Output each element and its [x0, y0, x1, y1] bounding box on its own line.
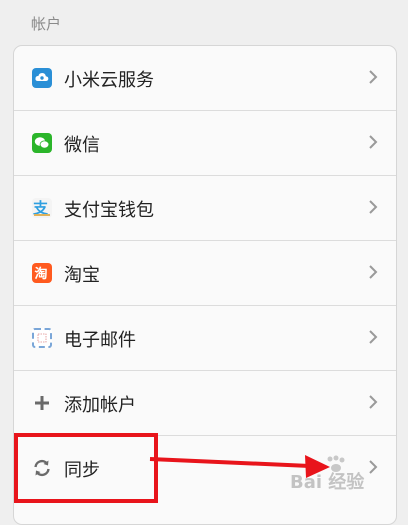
- chevron-right-icon: [369, 460, 378, 474]
- account-row-taobao[interactable]: 淘 淘宝: [14, 241, 396, 306]
- sync-icon: [32, 458, 52, 478]
- account-label: 支付宝钱包: [64, 200, 154, 221]
- chevron-right-icon: [369, 265, 378, 279]
- mi-cloud-icon: [32, 68, 52, 88]
- watermark: Bai 经验: [290, 472, 365, 493]
- account-label: 淘宝: [64, 265, 100, 286]
- svg-text:淘: 淘: [35, 266, 48, 281]
- alipay-icon: 支: [32, 198, 52, 218]
- wechat-icon: [32, 133, 52, 153]
- account-label: 同步: [64, 460, 100, 481]
- taobao-icon: 淘: [32, 263, 52, 283]
- email-icon: [32, 328, 52, 348]
- account-label: 小米云服务: [64, 70, 154, 91]
- account-list: 小米云服务 微信 支 支付宝钱包 淘 淘宝 电子邮件 添加帐户 同步: [13, 45, 397, 525]
- account-label: 电子邮件: [64, 330, 136, 351]
- chevron-right-icon: [369, 330, 378, 344]
- account-row-mi-cloud[interactable]: 小米云服务: [14, 46, 396, 111]
- account-row-alipay[interactable]: 支 支付宝钱包: [14, 176, 396, 241]
- chevron-right-icon: [369, 135, 378, 149]
- chevron-right-icon: [369, 70, 378, 84]
- chevron-right-icon: [369, 200, 378, 214]
- section-title: 帐户: [31, 15, 62, 33]
- plus-icon: [32, 393, 52, 413]
- add-account-row[interactable]: 添加帐户: [14, 371, 396, 436]
- chevron-right-icon: [369, 395, 378, 409]
- account-row-email[interactable]: 电子邮件: [14, 306, 396, 371]
- account-label: 微信: [64, 135, 100, 156]
- account-label: 添加帐户: [64, 395, 136, 416]
- account-row-wechat[interactable]: 微信: [14, 111, 396, 176]
